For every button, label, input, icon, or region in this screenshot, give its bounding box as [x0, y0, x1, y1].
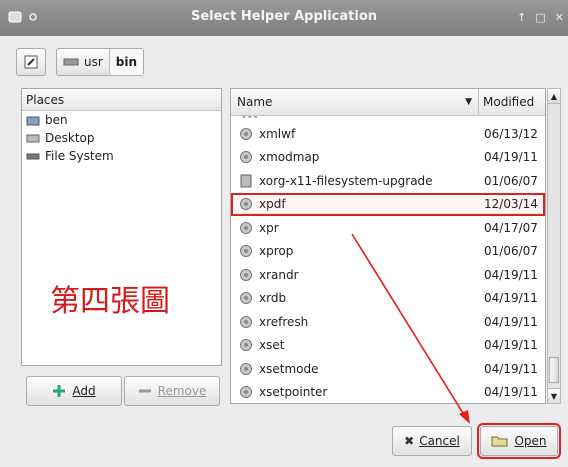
cancel-icon: ✖: [404, 434, 415, 448]
file-rows: xmlwf 06/13/12 xmodmap 04/19/11 xorg-x11-fil…: [231, 122, 545, 404]
file-name: xmodmap: [259, 150, 320, 165]
file-modified: 04/17/07: [484, 220, 538, 235]
title-bar: Select Helper Application ↑ □ ✕: [0, 0, 568, 36]
edit-location-button[interactable]: [16, 48, 46, 76]
exec-icon: [240, 198, 252, 211]
open-button[interactable]: Open: [477, 423, 561, 459]
exec-icon: [240, 339, 252, 352]
file-modified: 04/19/11: [484, 338, 538, 353]
file-name: xsetpointer: [259, 385, 328, 400]
file-row[interactable]: xsetmode 04/19/11: [231, 357, 545, 381]
up-icon[interactable]: ↑: [517, 11, 526, 24]
exec-icon: [240, 292, 252, 305]
scroll-thumb[interactable]: [549, 357, 559, 383]
pencil-icon: [24, 55, 38, 69]
vertical-scrollbar[interactable]: ▲ ▼: [547, 88, 561, 404]
file-row[interactable]: xrefresh 04/19/11: [231, 310, 545, 334]
file-name: xpdf: [259, 197, 286, 212]
place-item-home[interactable]: ben: [22, 111, 221, 129]
crumb-label: bin: [115, 55, 138, 69]
place-item-filesystem[interactable]: File System: [22, 147, 221, 165]
file-name: xmlwf: [259, 126, 296, 141]
path-bar: usr bin: [16, 48, 145, 76]
home-folder-icon: [26, 116, 40, 126]
places-header[interactable]: Places: [22, 89, 221, 111]
file-row[interactable]: xmodmap 04/19/11: [231, 146, 545, 170]
crumb-usr[interactable]: usr: [57, 49, 109, 75]
exec-icon: [240, 151, 252, 164]
file-list-header: Name ▼ Modified: [231, 89, 545, 116]
exec-icon: [240, 245, 252, 258]
file-name: xpr: [259, 220, 279, 235]
file-modified: 04/19/11: [484, 314, 538, 329]
file-name: xset: [259, 338, 285, 353]
file-modified: 01/06/07: [484, 173, 538, 188]
scroll-down-icon[interactable]: ▼: [548, 388, 560, 403]
file-row[interactable]: xset 04/19/11: [231, 334, 545, 358]
exec-icon: [240, 362, 252, 375]
crumb-bin[interactable]: bin: [108, 49, 144, 75]
breadcrumb: usr bin: [56, 48, 145, 76]
file-modified: 06/13/12: [484, 126, 538, 141]
add-place-button[interactable]: Add: [26, 376, 122, 406]
file-modified: 04/19/11: [484, 361, 538, 376]
plus-icon: [53, 385, 66, 397]
window-title: Select Helper Application: [190, 9, 378, 24]
exec-icon: [240, 127, 252, 140]
cancel-button[interactable]: ✖ Cancel: [392, 426, 472, 456]
places-pane: Places ben Desktop File System: [21, 88, 222, 366]
file-modified: 04/19/11: [484, 267, 538, 282]
file-row[interactable]: xrandr 04/19/11: [231, 263, 545, 287]
file-row[interactable]: xorg-x11-filesystem-upgrade 01/06/07: [231, 169, 545, 193]
exec-icon: [240, 268, 252, 281]
file-modified: 04/19/11: [484, 150, 538, 165]
file-row[interactable]: xpdf 12/03/14: [231, 192, 545, 216]
maximize-icon[interactable]: □: [535, 11, 545, 24]
file-name: xrandr: [259, 267, 299, 282]
crumb-label: usr: [84, 55, 103, 69]
file-row[interactable]: xmlwf 06/13/12: [231, 122, 545, 146]
exec-icon: [240, 221, 252, 234]
file-name: xprop: [259, 244, 294, 259]
file-modified: 04/19/11: [484, 291, 538, 306]
desktop-icon: [26, 134, 40, 143]
file-row[interactable]: xrdb 04/19/11: [231, 287, 545, 311]
minus-icon: [138, 389, 151, 393]
folder-open-icon: [491, 436, 508, 447]
close-icon[interactable]: ✕: [555, 11, 564, 24]
script-icon: [240, 174, 252, 188]
file-modified: 12/03/14: [484, 197, 538, 212]
file-row[interactable]: xsetpointer 04/19/11: [231, 381, 545, 404]
exec-icon: [240, 315, 252, 328]
name-column-header[interactable]: Name ▼: [231, 89, 479, 115]
scroll-up-icon[interactable]: ▲: [548, 89, 560, 104]
file-modified: 04/19/11: [484, 385, 538, 400]
file-list: Name ▼ Modified ••• xmlwf 06/13/12 xmodmap…: [230, 88, 546, 404]
file-row[interactable]: xpr 04/17/07: [231, 216, 545, 240]
sort-down-icon: ▼: [465, 97, 472, 107]
remove-place-button[interactable]: Remove: [124, 376, 220, 406]
file-name: xsetmode: [259, 361, 319, 376]
drive-icon: [63, 58, 79, 66]
file-name: xrdb: [259, 291, 287, 306]
exec-icon: [240, 386, 252, 399]
file-modified: 01/06/07: [484, 244, 538, 259]
place-item-desktop[interactable]: Desktop: [22, 129, 221, 147]
file-name: xrefresh: [259, 314, 309, 329]
file-row[interactable]: xprop 01/06/07: [231, 240, 545, 264]
modified-column-header[interactable]: Modified: [479, 89, 545, 115]
file-name: xorg-x11-filesystem-upgrade: [259, 173, 433, 188]
drive-icon: [26, 153, 40, 160]
annotation-label: 第四張圖: [50, 284, 170, 319]
